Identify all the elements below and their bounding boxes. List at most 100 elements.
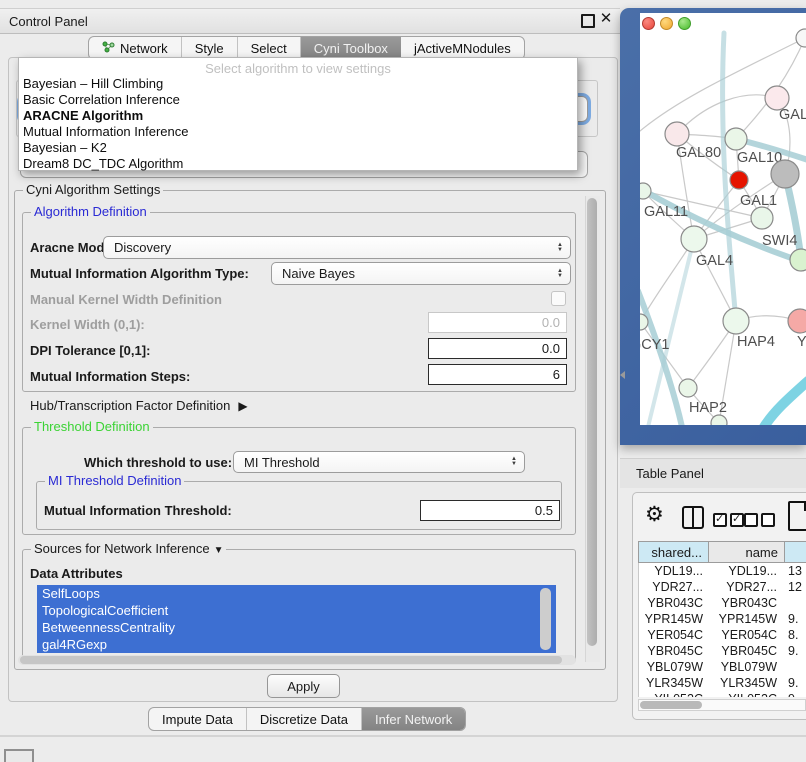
cell-value: 9. — [788, 611, 798, 627]
deselect-all-checkboxes-icon[interactable] — [744, 513, 778, 530]
zoom-traffic-light[interactable] — [678, 17, 691, 30]
bottom-tab-infer-network[interactable]: Infer Network — [362, 708, 465, 730]
hub-section-toggle[interactable]: Hub/Transcription Factor Definition — [30, 398, 248, 413]
sources-toggle[interactable]: Sources for Network Inference — [31, 541, 226, 559]
bottom-tabs: Impute DataDiscretize DataInfer Network — [148, 707, 466, 731]
network-node-swi4[interactable] — [790, 249, 806, 271]
bottom-tab-discretize-data[interactable]: Discretize Data — [247, 708, 362, 730]
partial-button[interactable] — [4, 749, 34, 762]
aracne-mode-select[interactable]: Discovery — [103, 236, 571, 259]
network-node-red-node[interactable] — [730, 171, 748, 189]
network-node-node-partial-bottom[interactable] — [711, 415, 727, 425]
hub-section-label: Hub/Transcription Factor Definition — [30, 398, 230, 413]
attributes-scrollbar-thumb[interactable] — [540, 588, 551, 650]
cell-name: YER054C — [703, 627, 777, 643]
dpi-tolerance-value: 0.0 — [542, 341, 560, 356]
table-row[interactable]: YIL052CYIL052C 9 — [639, 691, 806, 697]
table-row[interactable]: YER054CYER054C8. — [639, 627, 806, 643]
minimize-traffic-light[interactable] — [660, 17, 673, 30]
network-node-gal1[interactable] — [751, 207, 773, 229]
algorithm-options: Bayesian – Hill ClimbingBasic Correlatio… — [19, 76, 577, 172]
table-row[interactable]: YLR345WYLR345W9. — [639, 675, 806, 691]
which-threshold-value: MI Threshold — [244, 455, 320, 470]
mi-steps-field[interactable]: 6 — [428, 364, 567, 385]
cell-shared-name: YBR043C — [639, 595, 703, 611]
mi-threshold-label: Mutual Information Threshold: — [44, 503, 232, 518]
bottom-tab-impute-data[interactable]: Impute Data — [149, 708, 247, 730]
cell-value: 9 — [788, 691, 795, 697]
cell-name: YDR27... — [703, 579, 777, 595]
mi-type-label: Mutual Information Algorithm Type: — [30, 266, 249, 281]
network-node-hap2[interactable] — [679, 379, 697, 397]
network-node-gal4[interactable] — [681, 226, 707, 252]
apply-button[interactable]: Apply — [267, 674, 340, 698]
table-panel-titlebar: Table Panel — [620, 458, 806, 488]
tab-network[interactable]: Network — [89, 37, 182, 59]
tab-jactivemnodules[interactable]: jActiveMNodules — [401, 37, 524, 59]
table-row[interactable]: YBL079WYBL079W — [639, 659, 806, 675]
network-canvas[interactable]: GALGAL80GAL10GAL1GAL11GAL4SWI4GCY1HAP4YH… — [640, 13, 806, 425]
attribute-item-betweennesscentrality[interactable]: BetweennessCentrality — [37, 619, 556, 636]
kernel-width-field[interactable]: 0.0 — [428, 312, 567, 333]
node-label-gal4: GAL4 — [696, 253, 733, 269]
columns-icon[interactable] — [682, 506, 704, 529]
settings-hscrollbar-thumb[interactable] — [20, 656, 562, 664]
mi-threshold-field[interactable]: 0.5 — [420, 500, 560, 521]
column-header-a[interactable]: A — [785, 541, 806, 563]
column-header-shared-[interactable]: shared... — [638, 541, 709, 563]
algorithm-option-bayesian-k2[interactable]: Bayesian – K2 — [19, 140, 577, 156]
algorithm-option-dream8-dc-tdc-algorithm[interactable]: Dream8 DC_TDC Algorithm — [19, 156, 577, 172]
table-row[interactable]: YPR145WYPR145W9. — [639, 611, 806, 627]
select-all-checkboxes-icon[interactable] — [713, 513, 747, 530]
cell-value: 13 — [788, 563, 802, 579]
network-node-gal80[interactable] — [665, 122, 689, 146]
mi-type-select[interactable]: Naive Bayes — [271, 262, 571, 285]
settings-vscrollbar-thumb[interactable] — [587, 198, 597, 646]
algorithm-option-mutual-information-inference[interactable]: Mutual Information Inference — [19, 124, 577, 140]
manual-kernel-checkbox[interactable] — [551, 291, 566, 306]
table-row[interactable]: YBR045CYBR045C9. — [639, 643, 806, 659]
table-header: shared...nameA — [638, 541, 806, 563]
node-label-hap2: HAP2 — [689, 400, 727, 416]
algorithm-dropdown-popup: Select algorithm to view settings Bayesi… — [18, 57, 578, 171]
collapse-arrow-icon — [214, 543, 224, 559]
network-node-gal10[interactable] — [725, 128, 747, 150]
attribute-item-topologicalcoefficient[interactable]: TopologicalCoefficient — [37, 602, 556, 619]
splitter-collapse-icon[interactable] — [620, 371, 625, 379]
dpi-tolerance-field[interactable]: 0.0 — [428, 338, 567, 359]
attribute-item-selfloops[interactable]: SelfLoops — [37, 585, 556, 602]
tab-cyni-toolbox[interactable]: Cyni Toolbox — [301, 37, 401, 59]
mi-threshold-definition-title: MI Threshold Definition — [45, 473, 184, 489]
tab-style[interactable]: Style — [182, 37, 238, 59]
cell-shared-name: YIL052C — [639, 691, 703, 697]
attribute-item-gal4rgexp[interactable]: gal4RGexp — [37, 636, 556, 653]
network-node-gal11[interactable] — [640, 183, 651, 199]
import-table-icon[interactable] — [788, 501, 806, 531]
close-traffic-light[interactable] — [642, 17, 655, 30]
gear-icon[interactable] — [645, 503, 664, 527]
table-row[interactable]: YDR27...YDR27...12 — [639, 579, 806, 595]
network-node-node-partial-top[interactable] — [796, 29, 806, 47]
float-window-icon[interactable] — [581, 14, 595, 28]
tab-select[interactable]: Select — [238, 37, 301, 59]
algorithm-option-aracne-algorithm[interactable]: ARACNE Algorithm — [19, 108, 577, 124]
network-node-gray-node[interactable] — [771, 160, 799, 188]
apply-label: Apply — [287, 679, 320, 694]
network-node-salmon-node[interactable] — [788, 309, 806, 333]
table-hscrollbar-thumb[interactable] — [640, 701, 702, 709]
cell-shared-name: YDR27... — [639, 579, 703, 595]
cell-name: YPR145W — [703, 611, 777, 627]
network-node-hap4[interactable] — [723, 308, 749, 334]
algorithm-option-basic-correlation-inference[interactable]: Basic Correlation Inference — [19, 92, 577, 108]
column-header-name[interactable]: name — [709, 541, 785, 563]
node-label-gal80: GAL80 — [676, 145, 721, 161]
cell-value: 9. — [788, 643, 798, 659]
table-row[interactable]: YBR043CYBR043C — [639, 595, 806, 611]
cell-name: YIL052C — [703, 691, 777, 697]
settings-group-title: Cyni Algorithm Settings — [23, 182, 163, 198]
mi-steps-value: 6 — [553, 367, 560, 382]
algorithm-option-bayesian-hill-climbing[interactable]: Bayesian – Hill Climbing — [19, 76, 577, 92]
close-icon[interactable] — [598, 10, 614, 28]
which-threshold-select[interactable]: MI Threshold — [233, 451, 525, 473]
table-row[interactable]: YDL19...YDL19...13 — [639, 563, 806, 579]
